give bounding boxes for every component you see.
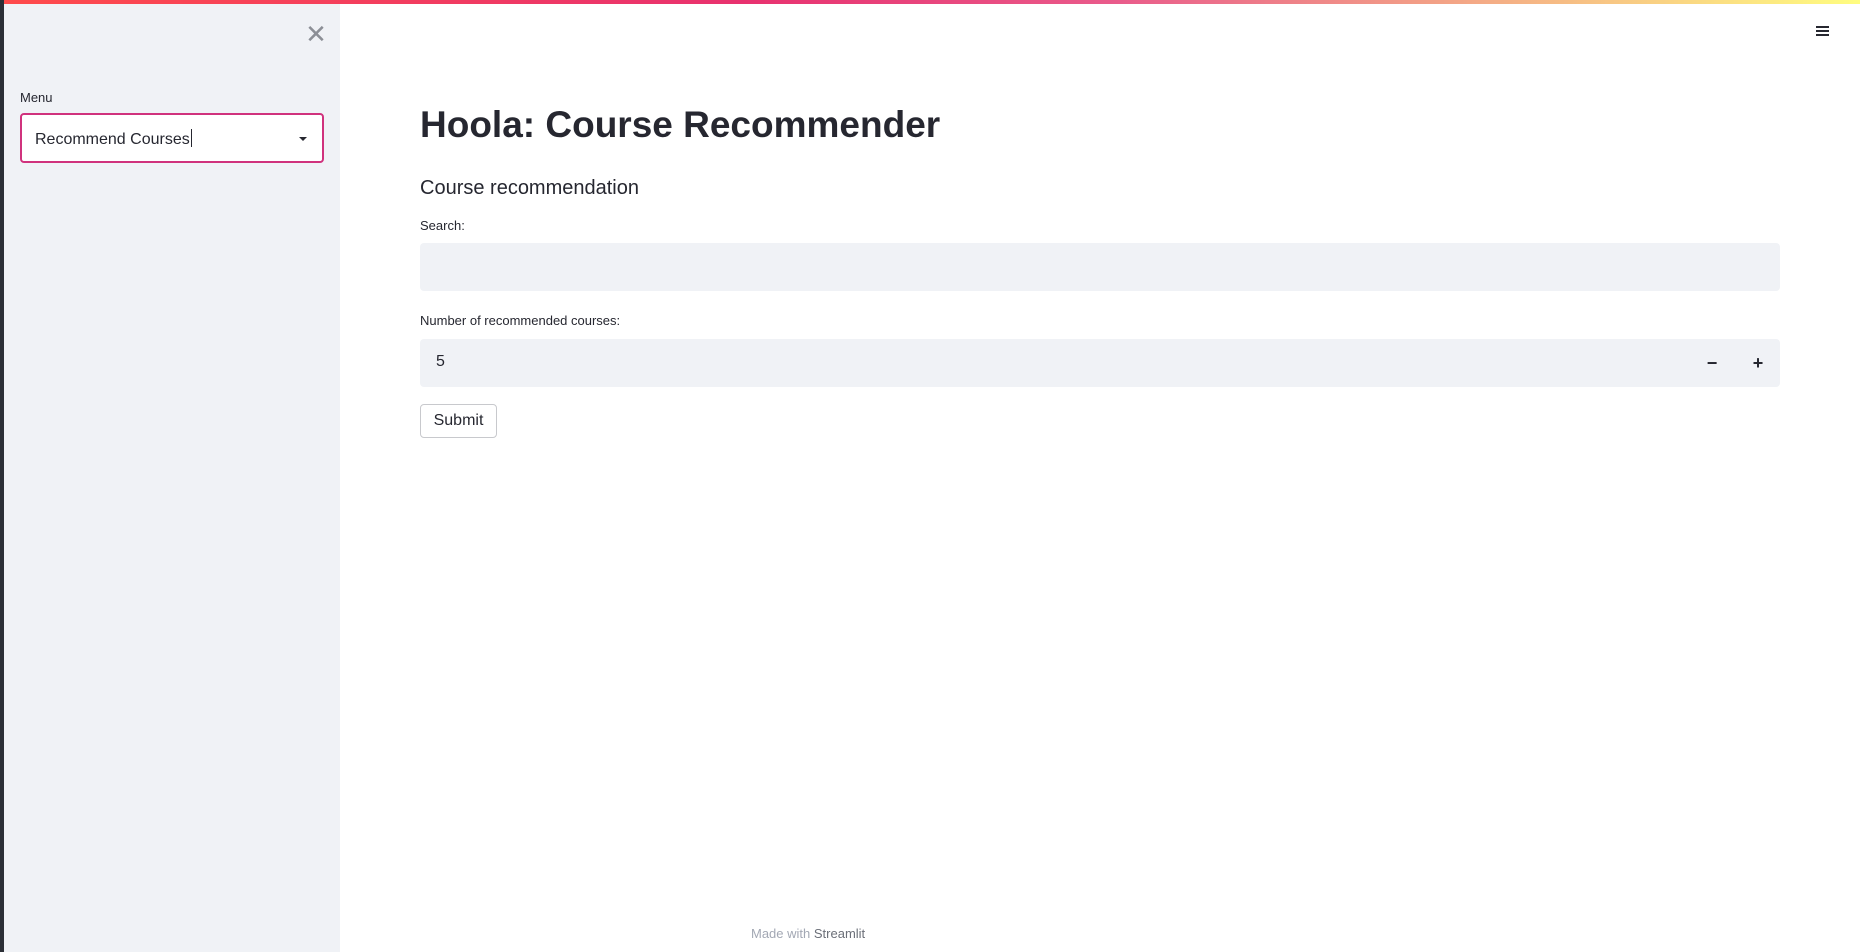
app-window: ✕ Menu Recommend Courses Hoola: Course R…: [0, 0, 1860, 952]
decrement-button[interactable]: −: [1690, 339, 1734, 387]
hamburger-menu-icon[interactable]: [1814, 22, 1832, 40]
recommended-count-stepper[interactable]: 5 − +: [420, 339, 1780, 387]
streamlit-link[interactable]: Streamlit: [814, 926, 865, 941]
close-icon[interactable]: ✕: [302, 20, 330, 48]
recommended-count-label: Number of recommended courses:: [420, 313, 621, 328]
sidebar: ✕ Menu Recommend Courses: [4, 4, 340, 952]
recommended-count-value[interactable]: 5: [436, 353, 445, 371]
search-label: Search:: [420, 218, 465, 233]
menu-label: Menu: [20, 90, 53, 105]
submit-button[interactable]: Submit: [420, 404, 497, 438]
increment-button[interactable]: +: [1736, 339, 1780, 387]
text-caret: [190, 129, 192, 147]
menu-select[interactable]: Recommend Courses: [20, 113, 324, 163]
search-input[interactable]: [420, 243, 1780, 291]
page-title: Hoola: Course Recommender: [420, 104, 941, 145]
section-subtitle: Course recommendation: [420, 177, 639, 199]
footer-prefix: Made with: [751, 926, 814, 941]
footer: Made with Streamlit: [751, 926, 865, 941]
chevron-down-icon[interactable]: [299, 137, 307, 141]
menu-select-value: Recommend Courses: [35, 129, 192, 148]
